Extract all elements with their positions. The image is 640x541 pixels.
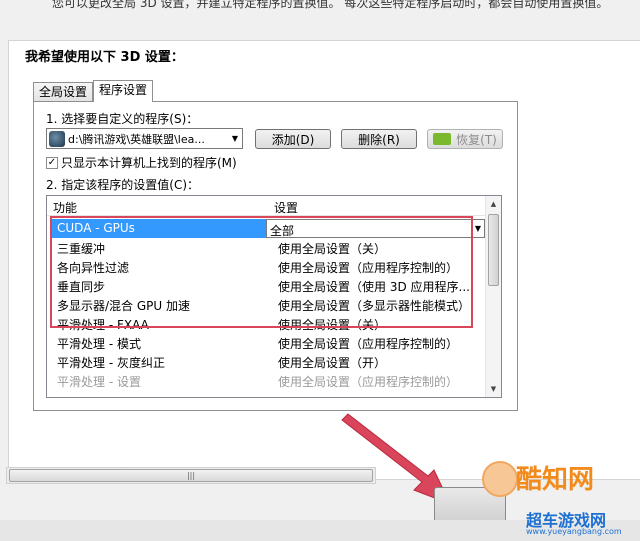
step2-label: 2. 指定该程序的设置值(C)： — [46, 178, 200, 192]
watermark-brand: 酷知网 — [516, 465, 595, 495]
feature-cell: 平滑处理 - 设置 — [57, 375, 141, 389]
setting-cell: 使用全局设置（应用程序控制的） — [278, 375, 459, 389]
header-feature[interactable]: 功能 — [53, 199, 77, 216]
chevron-down-icon: ▼ — [231, 134, 239, 143]
checkbox-label: 只显示本计算机上找到的程序(M) — [61, 156, 237, 170]
scroll-up-icon[interactable]: ▲ — [486, 196, 501, 212]
table-row[interactable]: 平滑处理 - 设置 使用全局设置（应用程序控制的） — [47, 371, 487, 390]
tab-program-settings[interactable]: 程序设置 — [93, 80, 154, 102]
program-select-value: d:\腾讯游戏\英雄联盟\lea... — [68, 132, 205, 146]
program-select[interactable]: d:\腾讯游戏\英雄联盟\lea... ▼ — [46, 128, 243, 149]
horizontal-scrollbar-thumb[interactable]: ||| — [9, 469, 373, 482]
table-row[interactable]: 平滑处理 - 灰度纠正 使用全局设置（开） — [47, 352, 487, 371]
nvidia-icon — [433, 133, 452, 145]
program-icon — [49, 130, 65, 147]
restore-label: 恢复(T) — [456, 132, 497, 147]
scrollbar-thumb[interactable] — [488, 214, 499, 286]
setting-cell: 使用全局设置（应用程序控制的） — [278, 337, 459, 351]
watermark-url: www.yueyangbang.com — [526, 527, 622, 536]
scroll-down-icon[interactable]: ▼ — [486, 381, 501, 397]
add-button[interactable]: 添加(D) — [255, 129, 331, 149]
description-text: 您可以更改全局 3D 设置，并建立特定程序的置换值。 每次这些特定程序启动时，都… — [52, 0, 609, 10]
watermark-logo: 酷知网 超车游戏网 www.yueyangbang.com — [470, 455, 640, 541]
watermark-circle-icon — [482, 461, 518, 497]
restore-button[interactable]: 恢复(T) — [427, 129, 503, 149]
checkbox-box[interactable]: ✓ — [46, 156, 58, 169]
list-header: 功能 设置 — [47, 196, 487, 216]
show-local-programs-checkbox[interactable]: ✓ 只显示本计算机上找到的程序(M) — [46, 154, 237, 171]
setting-cell: 使用全局设置（开） — [278, 356, 387, 370]
feature-cell: 平滑处理 - 模式 — [57, 337, 141, 351]
feature-cell: 平滑处理 - 灰度纠正 — [57, 356, 165, 370]
page-heading: 我希望使用以下 3D 设置： — [25, 50, 184, 65]
step1-label: 1. 选择要自定义的程序(S)： — [46, 112, 199, 126]
tab-global-settings[interactable]: 全局设置 — [33, 82, 94, 102]
remove-button[interactable]: 删除(R) — [341, 129, 417, 149]
horizontal-scrollbar[interactable]: ||| — [6, 467, 376, 484]
table-row[interactable]: 平滑处理 - 模式 使用全局设置（应用程序控制的） — [47, 333, 487, 352]
tab-strip: 全局设置 程序设置 — [33, 80, 154, 102]
highlight-box — [50, 216, 473, 328]
header-setting[interactable]: 设置 — [274, 199, 298, 216]
list-scrollbar[interactable]: ▲ ▼ — [485, 196, 501, 397]
